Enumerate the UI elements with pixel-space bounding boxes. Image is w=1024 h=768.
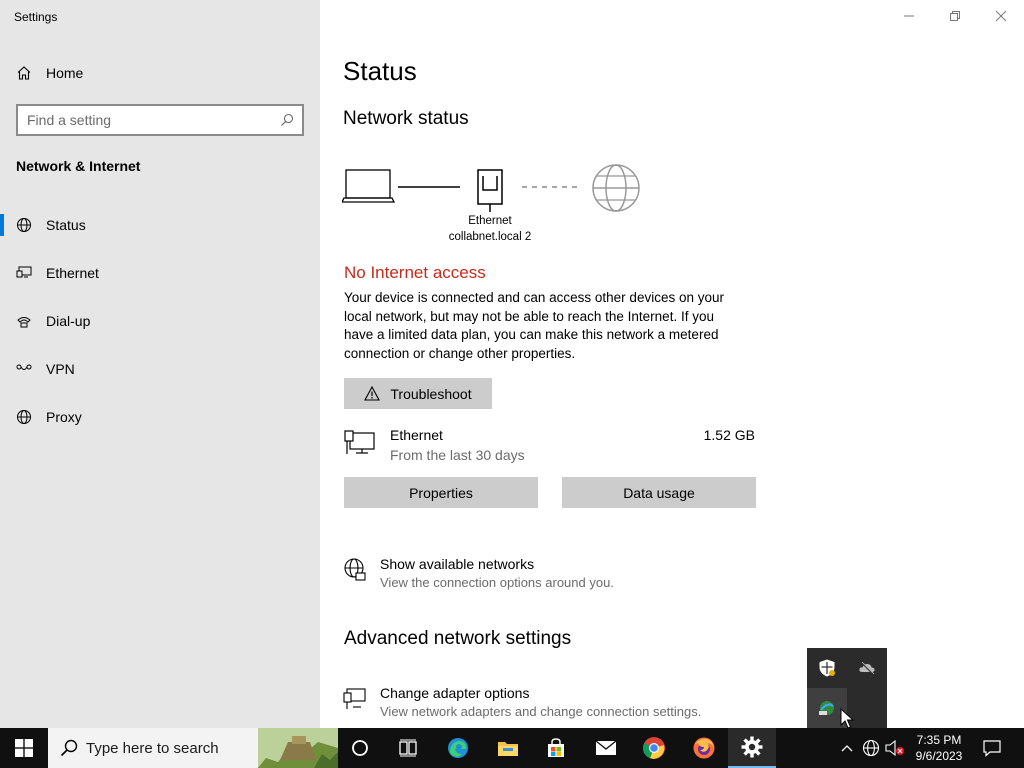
home-icon: [16, 65, 32, 81]
onedrive-offline-icon: [859, 661, 875, 675]
page-title: Status: [343, 56, 417, 86]
network-status-tray-button[interactable]: [860, 728, 882, 768]
usage-amount: 1.52 GB: [703, 427, 755, 443]
sidebar-item-dial-up[interactable]: Dial-up: [0, 301, 320, 341]
network-status-heading: Network status: [343, 108, 469, 129]
network-name: collabnet.local 2: [448, 231, 532, 243]
sidebar-item-status[interactable]: Status: [0, 205, 320, 245]
troubleshoot-label: Troubleshoot: [390, 385, 472, 402]
diagram-caption: Ethernet collabnet.local 2: [440, 213, 540, 245]
security-shield-icon: [819, 659, 835, 677]
notification-icon: [983, 740, 1001, 757]
adapter-options-subtitle: View network adapters and change connect…: [380, 704, 702, 719]
firefox-button[interactable]: [680, 728, 728, 768]
data-usage-button[interactable]: Data usage: [562, 477, 756, 508]
adapter-name: Ethernet: [468, 215, 512, 227]
find-setting-search[interactable]: [16, 104, 304, 136]
sidebar-item-label: VPN: [46, 361, 75, 377]
ethernet-icon: [16, 265, 32, 281]
alert-description: Your device is connected and can access …: [344, 290, 724, 361]
tray-onedrive-item[interactable]: [847, 648, 887, 688]
selected-indicator: [0, 214, 4, 236]
sidebar-item-label: Ethernet: [46, 265, 99, 281]
clock-time: 7:35 PM: [916, 733, 962, 747]
sidebar-item-proxy[interactable]: Proxy: [0, 397, 320, 437]
tray-security-item[interactable]: [807, 648, 847, 688]
start-button[interactable]: [0, 728, 48, 768]
taskbar-search-placeholder: Type here to search: [86, 739, 219, 757]
chevron-up-icon: [841, 745, 853, 752]
store-button[interactable]: [532, 728, 580, 768]
search-icon[interactable]: [280, 113, 294, 132]
taskbar-search-icon: [60, 739, 78, 757]
show-networks-subtitle: View the connection options around you.: [380, 575, 614, 590]
advanced-settings-heading: Advanced network settings: [344, 628, 572, 649]
clock-date: 9/6/2023: [915, 749, 963, 763]
windows-logo-icon: [15, 739, 33, 757]
edge-button[interactable]: [434, 728, 482, 768]
alert-title: No Internet access: [344, 263, 486, 282]
settings-icon: [741, 736, 763, 758]
vpn-icon: [16, 361, 32, 377]
show-hidden-icons-button[interactable]: [838, 728, 856, 768]
file-explorer-icon: [498, 742, 518, 756]
sidebar-item-label: Dial-up: [46, 313, 91, 329]
network-globe-icon: [862, 739, 880, 757]
chrome-button[interactable]: [630, 728, 678, 768]
settings-button[interactable]: [728, 728, 776, 768]
sidebar-item-label: Proxy: [46, 409, 82, 425]
volume-tray-button[interactable]: [884, 728, 906, 768]
section-title: Network & Internet: [16, 158, 141, 174]
warning-icon: [364, 386, 381, 401]
taskbar: Type here to search 7:35 PM 9/6/2023: [0, 728, 1024, 768]
adapter-options-icon: [343, 687, 367, 716]
task-view-button[interactable]: [384, 728, 432, 768]
show-available-networks-link[interactable]: Show available networks View the connect…: [343, 556, 663, 592]
laptop-icon: [342, 169, 396, 203]
globe-icon: [16, 409, 32, 425]
mouse-cursor-icon: [840, 708, 854, 729]
chrome-icon: [642, 737, 665, 759]
main-content: Status Network status Ethernet collabnet…: [320, 0, 1024, 728]
networks-globe-icon: [343, 558, 367, 587]
window-title: Settings: [14, 10, 58, 24]
ethernet-port-icon: [477, 169, 503, 212]
home-label: Home: [46, 65, 84, 81]
task-view-icon: [399, 739, 417, 757]
volume-muted-icon: [885, 740, 904, 756]
sidebar-item-ethernet[interactable]: Ethernet: [0, 253, 320, 293]
search-highlight-art-icon: [258, 728, 338, 768]
settings-sidebar: Settings Home Network & Internet Status …: [0, 0, 320, 728]
sidebar-item-label: Status: [46, 217, 86, 233]
cortana-button[interactable]: [336, 728, 384, 768]
change-adapter-options-link[interactable]: Change adapter options View network adap…: [343, 685, 703, 721]
ethernet-adapter-icon: [344, 430, 376, 463]
mail-button[interactable]: [582, 728, 630, 768]
adapter-options-title: Change adapter options: [380, 685, 530, 701]
find-setting-input[interactable]: [27, 112, 267, 128]
properties-button[interactable]: Properties: [344, 477, 538, 508]
file-explorer-button[interactable]: [484, 728, 532, 768]
mail-icon: [595, 740, 617, 755]
usage-period: From the last 30 days: [390, 447, 525, 463]
firefox-icon: [693, 737, 715, 759]
usage-adapter-name: Ethernet: [390, 427, 443, 443]
troubleshoot-button[interactable]: Troubleshoot: [344, 378, 492, 409]
status-icon: [16, 217, 32, 233]
action-center-button[interactable]: [976, 728, 1008, 768]
edge-icon: [448, 738, 468, 758]
internet-globe-icon: [592, 164, 640, 212]
show-networks-title: Show available networks: [380, 556, 535, 572]
network-app-icon: [819, 701, 834, 715]
taskbar-search-box[interactable]: Type here to search: [48, 728, 338, 768]
store-icon: [548, 738, 564, 757]
taskbar-clock[interactable]: 7:35 PM 9/6/2023: [908, 732, 970, 764]
cortana-icon: [352, 740, 368, 756]
dial-up-icon: [16, 313, 32, 329]
home-nav-item[interactable]: Home: [0, 53, 320, 93]
sidebar-item-vpn[interactable]: VPN: [0, 349, 320, 389]
